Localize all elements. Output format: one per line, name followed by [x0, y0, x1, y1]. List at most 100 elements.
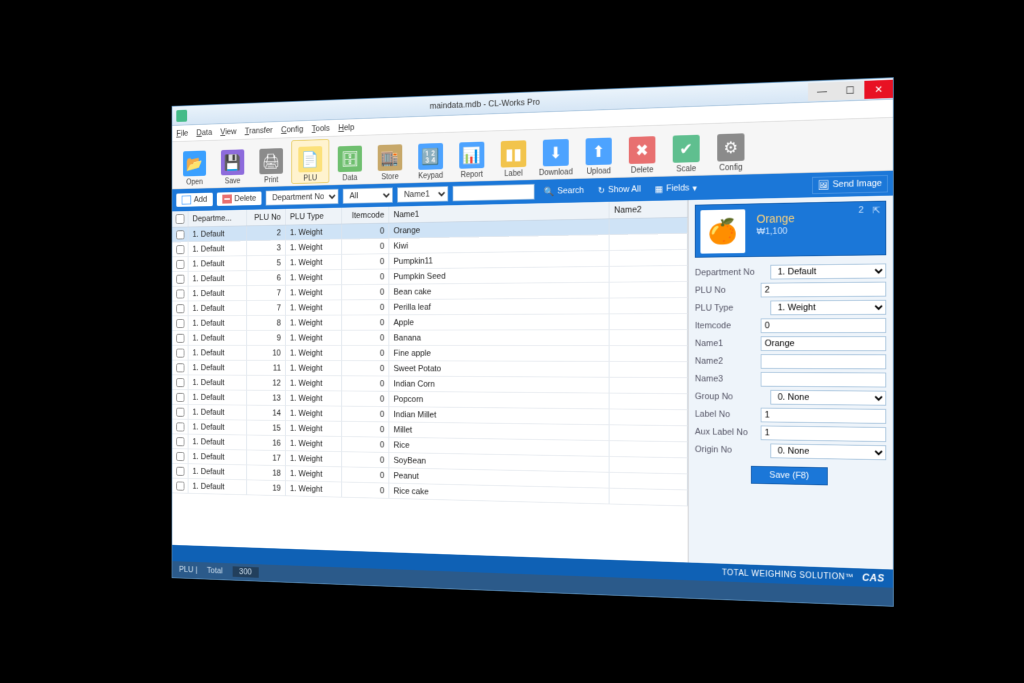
- input-aux-label-no[interactable]: [761, 425, 887, 441]
- search-button[interactable]: 🔍Search: [539, 183, 588, 198]
- department-select[interactable]: Department No: [266, 188, 339, 205]
- expand-icon[interactable]: ⇱: [873, 204, 881, 215]
- field-plu-no: PLU No: [695, 280, 886, 299]
- row-checkbox[interactable]: [176, 481, 184, 490]
- department-value-select[interactable]: All: [343, 187, 393, 203]
- menu-tools[interactable]: Tools: [312, 123, 330, 133]
- fields-button[interactable]: ▦Fields ▾: [650, 180, 702, 195]
- input-itemcode[interactable]: [761, 318, 887, 333]
- input-group-no[interactable]: 0. None: [770, 389, 886, 405]
- table-row[interactable]: 1. Default71. Weight0Perilla leaf: [172, 297, 687, 315]
- show-all-button[interactable]: ↻Show All: [593, 182, 645, 197]
- input-department-no[interactable]: 1. Default: [770, 263, 886, 279]
- scale-icon: ✔: [673, 134, 700, 162]
- col-name2[interactable]: Name2: [609, 200, 687, 218]
- field-department-no: Department No1. Default: [695, 261, 886, 281]
- image-icon: 🖼: [818, 179, 830, 190]
- search-input[interactable]: [453, 183, 535, 201]
- row-checkbox[interactable]: [176, 348, 184, 357]
- row-checkbox[interactable]: [176, 230, 184, 239]
- brand-logo: CAS: [862, 571, 885, 583]
- toolbar-upload[interactable]: ⬆Upload: [578, 129, 620, 176]
- menu-data[interactable]: Data: [196, 127, 212, 136]
- field-name3: Name3: [695, 370, 886, 389]
- field-group-no: Group No0. None: [695, 387, 886, 407]
- toolbar-config[interactable]: ⚙Config: [709, 124, 752, 172]
- toolbar-save[interactable]: 💾Save: [214, 141, 251, 185]
- add-button[interactable]: Add: [176, 192, 212, 206]
- row-checkbox[interactable]: [176, 422, 184, 431]
- row-checkbox[interactable]: [176, 318, 184, 327]
- refresh-icon: ↻: [598, 184, 605, 194]
- card-plu-no: 2: [858, 205, 863, 215]
- row-checkbox[interactable]: [176, 244, 184, 253]
- toolbar-download[interactable]: ⬇Download: [535, 130, 576, 177]
- row-checkbox[interactable]: [176, 377, 184, 386]
- close-button[interactable]: ✕: [864, 79, 893, 98]
- row-checkbox[interactable]: [176, 303, 184, 312]
- toolbar-plu[interactable]: 📄PLU: [291, 139, 329, 184]
- menu-view[interactable]: View: [220, 126, 236, 136]
- toolbar-open[interactable]: 📂Open: [176, 142, 212, 186]
- toolbar-report[interactable]: 📊Report: [452, 133, 492, 179]
- row-checkbox[interactable]: [176, 259, 184, 268]
- card-name: Orange: [757, 211, 795, 225]
- plu-grid: Departme... PLU No PLU Type Itemcode Nam…: [172, 200, 688, 562]
- col-itemcode[interactable]: Itemcode: [342, 206, 389, 223]
- menu-file[interactable]: File: [176, 128, 188, 137]
- minimize-button[interactable]: —: [808, 81, 836, 100]
- table-row[interactable]: 1. Default81. Weight0Apple: [172, 313, 687, 330]
- menu-help[interactable]: Help: [338, 122, 354, 132]
- field-name2: Name2: [695, 352, 886, 370]
- menu-transfer[interactable]: Transfer: [245, 125, 273, 135]
- toolbar-scale[interactable]: ✔Scale: [665, 126, 708, 174]
- row-checkbox[interactable]: [176, 451, 184, 460]
- row-checkbox[interactable]: [176, 333, 184, 342]
- input-label-no[interactable]: [761, 407, 887, 423]
- field-label-no: Label No: [695, 405, 886, 425]
- toolbar-store[interactable]: 🏬Store: [371, 136, 410, 182]
- col-plu-no[interactable]: PLU No: [247, 208, 286, 225]
- input-name2[interactable]: [761, 354, 887, 369]
- delete-button[interactable]: Delete: [217, 191, 262, 206]
- toolbar-delete[interactable]: ✖Delete: [621, 127, 663, 174]
- row-checkbox[interactable]: [176, 466, 184, 475]
- field-aux-label-no: Aux Label No: [695, 423, 886, 444]
- product-card: 🍊 2 ⇱ Orange ₩1,100: [695, 200, 886, 257]
- print-icon: 🖨: [259, 148, 283, 174]
- status-count: 300: [232, 566, 258, 577]
- menu-config[interactable]: Config: [281, 124, 303, 134]
- field-name1: Name1: [695, 334, 886, 352]
- delete-icon: ✖: [629, 136, 656, 164]
- plu-icon: 📄: [298, 146, 322, 172]
- maximize-button[interactable]: ☐: [836, 80, 864, 99]
- input-name3[interactable]: [761, 372, 887, 387]
- save-button[interactable]: Save (F8): [751, 465, 828, 484]
- store-icon: 🏬: [378, 144, 403, 171]
- field-itemcode: Itemcode: [695, 316, 886, 334]
- table-row[interactable]: 1. Default101. Weight0Fine apple: [172, 345, 687, 361]
- upload-icon: ⬆: [586, 137, 612, 165]
- input-plu-type[interactable]: 1. Weight: [770, 299, 886, 314]
- row-checkbox[interactable]: [176, 407, 184, 416]
- toolbar-data[interactable]: 🗄Data: [331, 137, 369, 182]
- config-icon: ⚙: [717, 133, 744, 161]
- input-plu-no[interactable]: [761, 281, 887, 297]
- select-all-checkbox[interactable]: [176, 214, 185, 224]
- row-checkbox[interactable]: [176, 289, 184, 298]
- row-checkbox[interactable]: [176, 392, 184, 401]
- toolbar-label[interactable]: ▮▮Label: [493, 132, 534, 178]
- row-checkbox[interactable]: [176, 363, 184, 372]
- row-checkbox[interactable]: [176, 274, 184, 283]
- row-checkbox[interactable]: [176, 436, 184, 445]
- col-department[interactable]: Departme...: [188, 209, 247, 226]
- search-icon: 🔍: [544, 186, 554, 196]
- input-name1[interactable]: [761, 336, 887, 351]
- col-plu-type[interactable]: PLU Type: [286, 207, 342, 224]
- input-origin-no[interactable]: 0. None: [770, 443, 886, 460]
- toolbar-keypad[interactable]: 🔢Keypad: [411, 135, 450, 181]
- toolbar-print[interactable]: 🖨Print: [253, 140, 290, 185]
- send-image-button[interactable]: 🖼Send Image: [812, 174, 888, 193]
- name-field-select[interactable]: Name1: [397, 186, 448, 203]
- table-row[interactable]: 1. Default91. Weight0Banana: [172, 329, 687, 345]
